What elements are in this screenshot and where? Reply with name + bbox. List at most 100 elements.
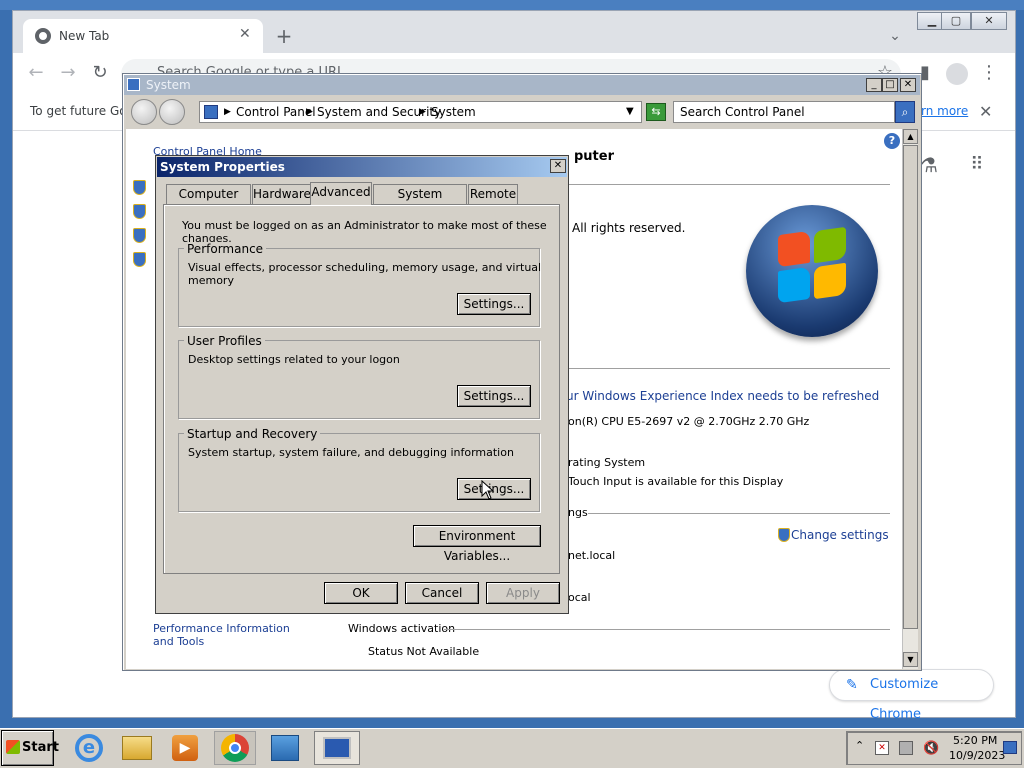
start-label: Start bbox=[22, 740, 59, 755]
infobar-text: To get future Goo bbox=[30, 104, 134, 118]
action-center-icon[interactable]: ✕ bbox=[875, 741, 889, 755]
back-icon[interactable]: ← bbox=[24, 61, 48, 85]
activation-status: Status Not Available bbox=[368, 645, 480, 658]
back-button[interactable] bbox=[131, 99, 157, 125]
system-maximize-button[interactable]: □ bbox=[882, 78, 898, 92]
forward-button[interactable] bbox=[159, 99, 185, 125]
ok-button[interactable]: OK bbox=[324, 582, 398, 604]
tab-hardware[interactable]: Hardware bbox=[252, 184, 311, 204]
tab-search-chevron-icon[interactable]: ⌄ bbox=[883, 24, 907, 48]
clock-date[interactable]: 10/9/2023 bbox=[949, 749, 1005, 762]
performance-group bbox=[178, 248, 540, 327]
shield-icon bbox=[133, 180, 146, 195]
show-hidden-icons-icon[interactable]: ⌃ bbox=[855, 739, 864, 752]
windows-logo bbox=[746, 205, 878, 337]
advanced-tab-panel: You must be logged on as an Administrato… bbox=[163, 204, 560, 574]
chrome-logo-icon bbox=[35, 28, 51, 44]
startup-recovery-label: Startup and Recovery bbox=[184, 427, 321, 441]
infobar-learn-more-link[interactable]: rn more bbox=[921, 104, 968, 118]
network-icon[interactable] bbox=[899, 741, 913, 755]
pen-touch-value: Touch Input is available for this Displa… bbox=[568, 475, 784, 488]
clock-time[interactable]: 5:20 PM bbox=[953, 734, 997, 747]
performance-label: Performance bbox=[184, 242, 267, 256]
infobar-close-icon[interactable]: ✕ bbox=[979, 102, 992, 121]
system-window-title-bar[interactable]: System bbox=[124, 75, 920, 95]
dialog-title: System Properties bbox=[160, 160, 285, 174]
start-button[interactable]: Start bbox=[1, 730, 59, 766]
apps-grid-icon[interactable]: ⠿ bbox=[965, 153, 989, 177]
experience-index-link[interactable]: ur Windows Experience Index needs to be … bbox=[566, 389, 879, 403]
tab-title: New Tab bbox=[59, 29, 110, 43]
search-control-panel-input[interactable]: Search Control Panel bbox=[673, 101, 895, 123]
breadcrumb-arrow-icon[interactable]: ▶ bbox=[306, 102, 313, 122]
change-settings-shield-icon bbox=[778, 528, 790, 542]
full-computer-name-value: ocal bbox=[568, 591, 591, 604]
processor-value: on(R) CPU E5-2697 v2 @ 2.70GHz 2.70 GHz bbox=[568, 415, 810, 428]
refresh-icon[interactable]: ⇆ bbox=[646, 103, 666, 121]
server-manager-icon[interactable] bbox=[264, 731, 306, 765]
apply-button[interactable]: Apply bbox=[486, 582, 560, 604]
performance-settings-button[interactable]: Settings... bbox=[457, 293, 531, 315]
scroll-down-arrow-icon[interactable]: ▼ bbox=[903, 652, 918, 667]
domain-value: net.local bbox=[568, 549, 616, 562]
breadcrumb-arrow-icon[interactable]: ▶ bbox=[419, 102, 426, 122]
chrome-maximize-button[interactable]: ▢ bbox=[941, 12, 971, 30]
breadcrumb-control-panel[interactable]: Control Panel bbox=[236, 102, 316, 122]
chrome-taskbar-icon[interactable] bbox=[214, 731, 256, 765]
show-desktop-icon[interactable] bbox=[1003, 741, 1017, 754]
dialog-title-bar[interactable]: System Properties bbox=[157, 157, 567, 177]
tab-computer-name[interactable]: Computer Name bbox=[166, 184, 251, 219]
system-type-value: rating System bbox=[568, 456, 646, 469]
file-explorer-icon[interactable] bbox=[116, 731, 158, 765]
performance-info-link[interactable]: Performance Information and Tools bbox=[153, 622, 313, 648]
address-dropdown-icon[interactable]: ▼ bbox=[626, 102, 634, 122]
mouse-cursor-icon bbox=[481, 480, 495, 500]
volume-muted-icon[interactable]: 🔇 bbox=[923, 741, 939, 756]
shield-icon bbox=[133, 204, 146, 219]
system-vertical-scrollbar[interactable]: ▲ ▼ bbox=[902, 129, 918, 669]
control-panel-icon bbox=[204, 105, 218, 119]
system-close-button[interactable]: ✕ bbox=[900, 78, 916, 92]
system-window-taskbar-icon[interactable] bbox=[314, 731, 360, 765]
change-settings-link[interactable]: Change settings bbox=[791, 528, 889, 542]
address-bar[interactable]: ▶ Control Panel ▶ System and Security ▶ … bbox=[199, 101, 642, 123]
scroll-up-arrow-icon[interactable]: ▲ bbox=[903, 129, 918, 144]
user-profiles-settings-button[interactable]: Settings... bbox=[457, 385, 531, 407]
help-icon[interactable]: ? bbox=[884, 133, 900, 149]
startup-recovery-desc: System startup, system failure, and debu… bbox=[188, 446, 514, 459]
pencil-icon: ✎ bbox=[846, 677, 858, 693]
system-minimize-button[interactable]: _ bbox=[866, 78, 882, 92]
chrome-tab-new-tab[interactable]: New Tab ✕ bbox=[23, 19, 263, 53]
breadcrumb-arrow-icon[interactable]: ▶ bbox=[224, 102, 231, 122]
environment-variables-button[interactable]: Environment Variables... bbox=[413, 525, 541, 563]
shield-icon bbox=[133, 228, 146, 243]
scroll-thumb[interactable] bbox=[903, 145, 918, 629]
forward-icon[interactable]: → bbox=[56, 61, 80, 85]
search-icon[interactable]: ⌕ bbox=[895, 101, 915, 123]
breadcrumb-system[interactable]: System bbox=[431, 102, 476, 122]
performance-desc: Visual effects, processor scheduling, me… bbox=[188, 261, 542, 287]
tab-close-icon[interactable]: ✕ bbox=[239, 26, 251, 42]
chrome-menu-icon[interactable]: ⋮ bbox=[977, 61, 1001, 85]
profile-avatar-icon[interactable] bbox=[946, 63, 968, 85]
media-player-icon[interactable]: ▶ bbox=[164, 731, 206, 765]
customize-chrome-button[interactable]: ✎ Customize Chrome bbox=[829, 669, 994, 722]
windows-flag-blue bbox=[778, 266, 810, 304]
tab-remote[interactable]: Remote bbox=[468, 184, 518, 204]
computer-settings-section-label: ngs bbox=[568, 506, 588, 519]
chrome-close-button[interactable]: ✕ bbox=[971, 12, 1007, 30]
user-profiles-label: User Profiles bbox=[184, 334, 265, 348]
user-profiles-desc: Desktop settings related to your logon bbox=[188, 353, 400, 366]
system-window-icon bbox=[127, 78, 140, 91]
new-tab-button[interactable]: + bbox=[272, 24, 296, 48]
windows-flag-yellow bbox=[814, 262, 846, 300]
desktop-background bbox=[0, 0, 1024, 10]
internet-explorer-icon[interactable]: e bbox=[68, 731, 110, 765]
dialog-close-button[interactable]: ✕ bbox=[550, 159, 566, 173]
windows-flag-red bbox=[778, 230, 810, 268]
cancel-button[interactable]: Cancel bbox=[405, 582, 479, 604]
reload-icon[interactable]: ↻ bbox=[88, 61, 112, 85]
user-profiles-group bbox=[178, 340, 540, 419]
tab-advanced[interactable]: Advanced bbox=[310, 182, 372, 205]
tab-system-protection[interactable]: System Protection bbox=[373, 184, 467, 219]
